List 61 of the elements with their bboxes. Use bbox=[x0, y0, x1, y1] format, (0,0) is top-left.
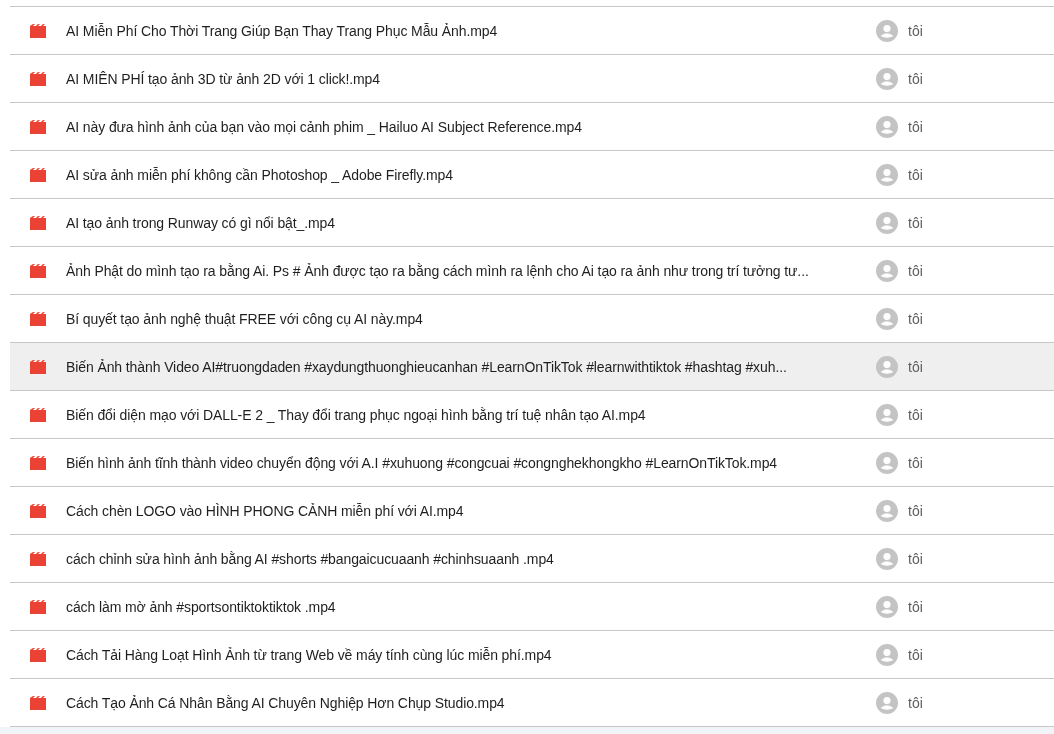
video-file-icon bbox=[30, 71, 46, 86]
owner-name: tôi bbox=[908, 598, 923, 615]
video-file-icon bbox=[30, 263, 46, 278]
avatar-icon bbox=[876, 643, 898, 666]
file-name: AI MIÊN PHÍ tạo ảnh 3D từ ảnh 2D với 1 click!.mp4 bbox=[66, 70, 381, 87]
video-file-icon bbox=[30, 647, 46, 662]
video-file-icon bbox=[30, 455, 46, 470]
file-name: AI này đưa hình ảnh của bạn vào mọi cảnh phim _ Hailuo AI Subject Reference.mp4 bbox=[66, 118, 583, 135]
video-file-icon bbox=[30, 167, 46, 182]
file-name: AI tạo ảnh trong Runway có gì nổi bật_.mp4 bbox=[66, 214, 336, 231]
file-name: Ảnh Phật do mình tạo ra bằng Ai. Ps # Ảnh được tạo ra bằng cách mình ra lệnh cho Ai tạo ra ảnh như trong trí tưởng tư... bbox=[66, 262, 810, 279]
video-file-icon bbox=[30, 215, 46, 230]
owner-name: tôi bbox=[908, 694, 923, 711]
avatar-icon bbox=[876, 307, 898, 330]
video-file-icon bbox=[30, 119, 46, 134]
video-file-icon bbox=[30, 359, 46, 374]
avatar-icon bbox=[876, 115, 898, 138]
owner-name: tôi bbox=[908, 70, 923, 87]
owner-name: tôi bbox=[908, 118, 923, 135]
file-name: AI Miễn Phí Cho Thời Trang Giúp Bạn Thay Trang Phục Mẫu Ảnh.mp4 bbox=[66, 22, 499, 39]
file-name: cách làm mờ ảnh #sportsontiktoktiktok .mp4 bbox=[66, 598, 337, 615]
video-file-icon bbox=[30, 503, 46, 518]
video-file-icon bbox=[30, 599, 46, 614]
owner-name: tôi bbox=[908, 214, 923, 231]
file-name: Biến Ảnh thành Video AI#truongdaden #xaydungthuonghieucanhan #LearnOnTikTok #learnwithtiktok #hashtag #xuh... bbox=[66, 358, 788, 375]
owner-name: tôi bbox=[908, 406, 923, 423]
video-file-icon bbox=[30, 23, 46, 38]
file-name: cách chỉnh sửa hình ảnh bằng AI #shorts #bangaicucuaanh #chinhsuaanh .mp4 bbox=[66, 550, 555, 567]
video-file-icon bbox=[30, 407, 46, 422]
owner-name: tôi bbox=[908, 22, 923, 39]
owner-name: tôi bbox=[908, 502, 923, 519]
file-name: Biến đổi diện mạo với DALL-E 2 _ Thay đổi trang phục ngoại hình bằng trí tuệ nhân tạo AI.mp4 bbox=[66, 406, 647, 423]
owner-name: tôi bbox=[908, 646, 923, 663]
file-name: Bí quyết tạo ảnh nghệ thuật FREE với công cụ AI này.mp4 bbox=[66, 310, 424, 327]
owner-name: tôi bbox=[908, 166, 923, 183]
avatar-icon bbox=[876, 19, 898, 42]
owner-name: tôi bbox=[908, 454, 923, 471]
avatar-icon bbox=[876, 451, 898, 474]
avatar-icon bbox=[876, 259, 898, 282]
avatar-icon bbox=[876, 355, 898, 378]
video-file-icon bbox=[30, 551, 46, 566]
owner-name: tôi bbox=[908, 358, 923, 375]
avatar-icon bbox=[876, 547, 898, 570]
video-file-icon bbox=[30, 695, 46, 710]
file-name: AI sửa ảnh miễn phí không cần Photoshop _ Adobe Firefly.mp4 bbox=[66, 166, 454, 183]
owner-name: tôi bbox=[908, 310, 923, 327]
avatar-icon bbox=[876, 499, 898, 522]
file-name: Biến hình ảnh tĩnh thành video chuyển động với A.I #xuhuong #congcuai #congnghekhongkho #LearnOnTikTok.mp4 bbox=[66, 454, 779, 471]
file-name: Cách Tạo Ảnh Cá Nhân Bằng AI Chuyên Nghiệp Hơn Chụp Studio.mp4 bbox=[66, 694, 506, 711]
owner-name: tôi bbox=[908, 550, 923, 567]
avatar-icon bbox=[876, 595, 898, 618]
avatar-icon bbox=[876, 163, 898, 186]
file-name: Cách chèn LOGO vào HÌNH PHONG CẢNH miễn phí với AI.mp4 bbox=[66, 502, 465, 519]
file-name: Cách Tải Hàng Loạt Hình Ảnh từ trang Web về máy tính cùng lúc miễn phí.mp4 bbox=[66, 646, 553, 663]
avatar-icon bbox=[876, 691, 898, 714]
file-row[interactable]: Biến Ảnh thành Video AI#truongdaden #xaydungthuonghieucanhan #LearnOnTikTok #learnwithtiktok #hashtag #xuh... tôi bbox=[10, 343, 1054, 391]
owner-name: tôi bbox=[908, 262, 923, 279]
video-file-icon bbox=[30, 311, 46, 326]
avatar-icon bbox=[876, 403, 898, 426]
avatar-icon bbox=[876, 211, 898, 234]
avatar-icon bbox=[876, 67, 898, 90]
